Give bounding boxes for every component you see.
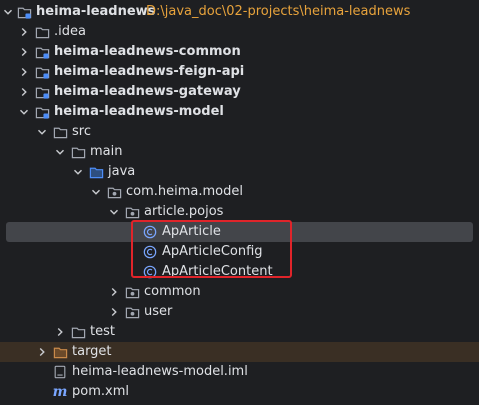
folder-icon — [52, 124, 68, 140]
chevron-down-icon[interactable] — [108, 206, 120, 218]
tree-item-label: java — [108, 164, 136, 179]
tree-row-idea[interactable]: .idea — [0, 22, 479, 42]
folder-icon — [34, 24, 50, 40]
tree-item-label: heima-leadnews-gateway — [54, 84, 241, 99]
module-folder-icon — [16, 4, 32, 20]
tree-item-label: test — [90, 324, 115, 339]
tree-item-label: src — [72, 124, 91, 139]
tree-item-label: user — [144, 304, 173, 319]
package-folder-icon — [124, 304, 140, 320]
tree-row-pom-xml[interactable]: m pom.xml — [0, 382, 479, 402]
tree-item-label: main — [90, 144, 123, 159]
chevron-right-icon[interactable] — [54, 326, 66, 338]
chevron-down-icon[interactable] — [90, 186, 102, 198]
chevron-right-icon[interactable] — [108, 286, 120, 298]
folder-icon — [70, 324, 86, 340]
tree-item-label: heima-leadnews-model — [54, 104, 224, 119]
tree-row-java[interactable]: java — [0, 162, 479, 182]
tree-item-label: com.heima.model — [126, 184, 243, 199]
module-folder-icon — [34, 64, 50, 80]
module-folder-icon — [34, 104, 50, 120]
chevron-right-icon[interactable] — [108, 306, 120, 318]
chevron-right-icon[interactable] — [36, 346, 48, 358]
tree-row-test[interactable]: test — [0, 322, 479, 342]
tree-item-label: common — [144, 284, 201, 299]
tree-row-gateway-module[interactable]: heima-leadnews-gateway — [0, 82, 479, 102]
tree-row-main[interactable]: main — [0, 142, 479, 162]
tree-item-label: target — [72, 344, 112, 359]
tree-row-model-module[interactable]: heima-leadnews-model — [0, 102, 479, 122]
tree-item-label: .idea — [54, 24, 86, 39]
source-root-folder-icon — [88, 164, 104, 180]
root-project-name: heima-leadnews — [36, 4, 156, 19]
root-project-path: D:\java_doc\02-projects\heima-leadnews — [146, 4, 411, 19]
tree-item-label: heima-leadnews-model.iml — [72, 364, 248, 379]
chevron-down-icon[interactable] — [54, 146, 66, 158]
folder-icon — [70, 144, 86, 160]
chevron-down-icon[interactable] — [72, 166, 84, 178]
module-folder-icon — [34, 44, 50, 60]
tree-row-feign-api-module[interactable]: heima-leadnews-feign-api — [0, 62, 479, 82]
tree-row-package-article-pojos[interactable]: article.pojos — [0, 202, 479, 222]
tree-row-package-model[interactable]: com.heima.model — [0, 182, 479, 202]
tree-row-package-common[interactable]: common — [0, 282, 479, 302]
tree-row-src[interactable]: src — [0, 122, 479, 142]
module-folder-icon — [34, 84, 50, 100]
package-folder-icon — [106, 184, 122, 200]
chevron-right-icon[interactable] — [18, 26, 30, 38]
tree-row-iml-file[interactable]: heima-leadnews-model.iml — [0, 362, 479, 382]
tree-row-common-module[interactable]: heima-leadnews-common — [0, 42, 479, 62]
tree-row-package-user[interactable]: user — [0, 302, 479, 322]
chevron-down-icon[interactable] — [18, 106, 30, 118]
chevron-right-icon[interactable] — [18, 66, 30, 78]
chevron-down-icon[interactable] — [36, 126, 48, 138]
tree-item-label: article.pojos — [144, 204, 224, 219]
tree-item-label: heima-leadnews-feign-api — [54, 64, 245, 79]
excluded-folder-icon — [52, 344, 68, 360]
tree-item-label: pom.xml — [72, 384, 129, 399]
package-folder-icon — [124, 284, 140, 300]
highlight-box — [131, 220, 292, 278]
tree-item-label: heima-leadnews-common — [54, 44, 241, 59]
package-folder-icon — [124, 204, 140, 220]
module-file-icon — [52, 364, 68, 380]
chevron-right-icon[interactable] — [18, 86, 30, 98]
maven-icon: m — [52, 384, 68, 400]
chevron-right-icon[interactable] — [18, 46, 30, 58]
chevron-down-icon[interactable] — [2, 6, 14, 18]
project-tree: heima-leadnews D:\java_doc\02-projects\h… — [0, 0, 479, 405]
tree-row-root[interactable]: heima-leadnews D:\java_doc\02-projects\h… — [0, 2, 479, 22]
tree-row-target[interactable]: target — [0, 342, 479, 362]
